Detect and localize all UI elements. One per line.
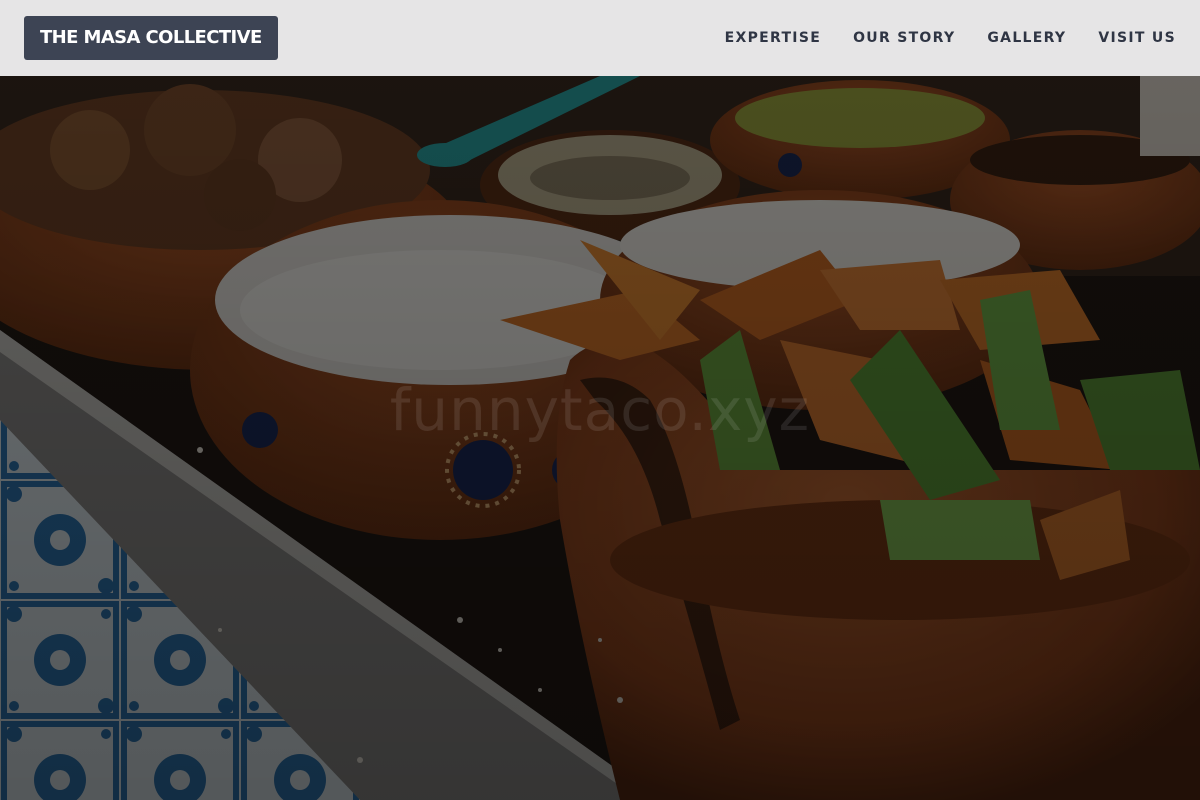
site-header: THE MASA COLLECTIVE EXPERTISE OUR STORY … bbox=[0, 0, 1200, 76]
hero-banner bbox=[0, 0, 1200, 800]
site-logo[interactable]: THE MASA COLLECTIVE bbox=[24, 16, 278, 60]
main-navigation: EXPERTISE OUR STORY GALLERY VISIT US bbox=[725, 0, 1176, 76]
hero-food-photo bbox=[0, 0, 1200, 800]
nav-link-expertise[interactable]: EXPERTISE bbox=[725, 30, 821, 46]
nav-link-our-story[interactable]: OUR STORY bbox=[853, 30, 955, 46]
nav-link-gallery[interactable]: GALLERY bbox=[987, 30, 1066, 46]
nav-link-visit-us[interactable]: VISIT US bbox=[1098, 30, 1176, 46]
